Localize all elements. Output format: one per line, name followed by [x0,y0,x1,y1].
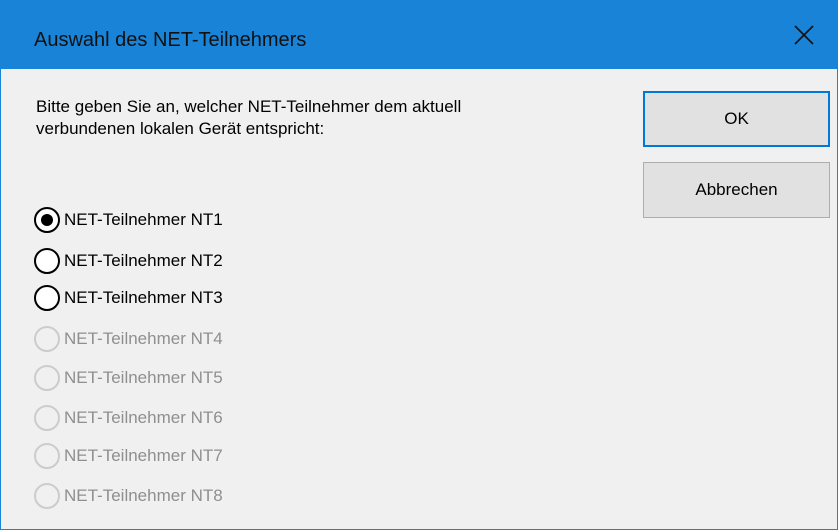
radio-option-nt3[interactable]: NET-Teilnehmer NT3 [34,283,223,313]
radio-label: NET-Teilnehmer NT5 [64,368,223,387]
radio-button-icon[interactable] [34,285,60,311]
radio-label: NET-Teilnehmer NT1 [64,210,223,229]
close-button[interactable] [769,0,838,69]
radio-button-icon[interactable] [34,207,60,233]
title-bar: Auswahl des NET-Teilnehmers [1,0,838,69]
radio-label: NET-Teilnehmer NT4 [64,329,223,348]
radio-button-icon [34,443,60,469]
radio-label: NET-Teilnehmer NT2 [64,251,223,270]
radio-option-nt1[interactable]: NET-Teilnehmer NT1 [34,205,223,235]
radio-button-icon [34,483,60,509]
radio-option-nt6: NET-Teilnehmer NT6 [34,403,223,433]
radio-label: NET-Teilnehmer NT3 [64,288,223,307]
prompt-text: Bitte geben Sie an, welcher NET-Teilnehm… [36,96,606,140]
radio-option-nt4: NET-Teilnehmer NT4 [34,324,223,354]
ok-button[interactable]: OK [643,91,830,147]
radio-button-icon[interactable] [34,248,60,274]
radio-button-icon [34,326,60,352]
radio-label: NET-Teilnehmer NT7 [64,446,223,465]
dialog-window: Auswahl des NET-Teilnehmers Bitte geben … [0,0,838,530]
radio-option-nt2[interactable]: NET-Teilnehmer NT2 [34,246,223,276]
radio-label: NET-Teilnehmer NT6 [64,408,223,427]
radio-option-nt8: NET-Teilnehmer NT8 [34,481,223,511]
radio-option-nt7: NET-Teilnehmer NT7 [34,441,223,471]
radio-button-icon [34,365,60,391]
radio-button-icon [34,405,60,431]
prompt-line-1: Bitte geben Sie an, welcher NET-Teilnehm… [36,97,462,116]
close-icon [794,24,814,45]
prompt-line-2: verbundenen lokalen Gerät entspricht: [36,119,325,138]
radio-label: NET-Teilnehmer NT8 [64,486,223,505]
radio-option-nt5: NET-Teilnehmer NT5 [34,363,223,393]
cancel-button[interactable]: Abbrechen [643,162,830,218]
dialog-title: Auswahl des NET-Teilnehmers [34,29,307,51]
